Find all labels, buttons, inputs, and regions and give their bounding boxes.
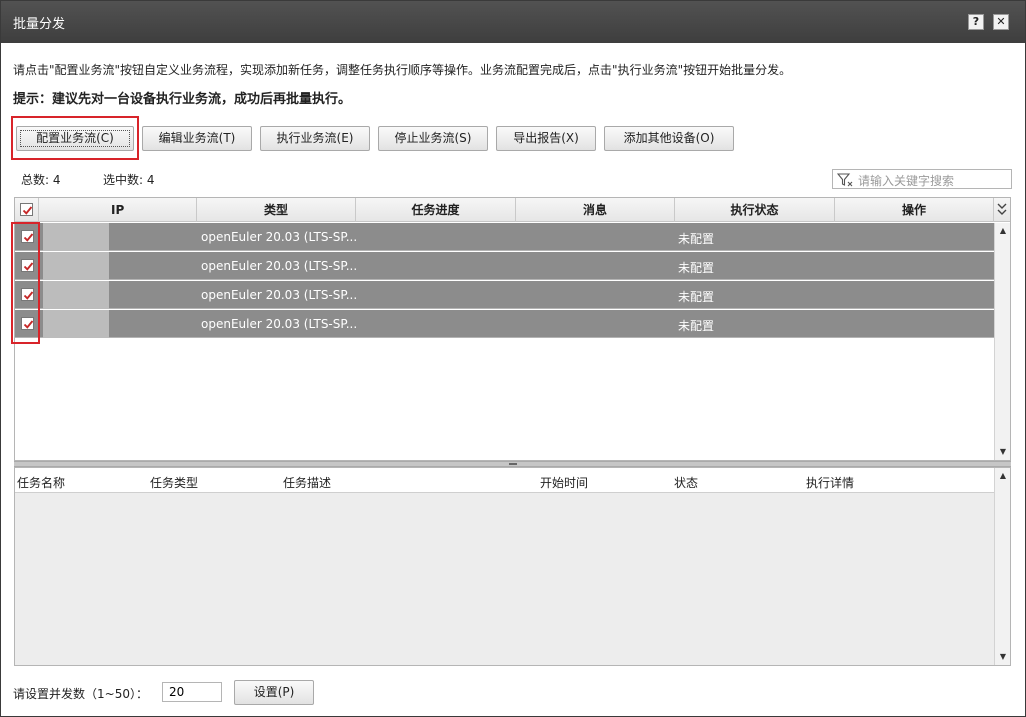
status-cell: 未配置: [678, 261, 715, 275]
column-header-task-status[interactable]: 状态: [674, 474, 698, 491]
window-title: 批量分发: [13, 17, 66, 32]
chevron-double-down-icon[interactable]: [994, 198, 1010, 222]
column-header-task-name[interactable]: 任务名称: [17, 474, 65, 491]
task-scrollbar[interactable]: ▲ ▼: [994, 468, 1010, 665]
total-count: 总数: 4: [21, 173, 61, 187]
grid-header: IP 类型 任务进度 消息 执行状态 操作: [15, 198, 1010, 222]
status-cell: 未配置: [678, 232, 715, 246]
help-icon[interactable]: ?: [968, 14, 984, 30]
column-header-message[interactable]: 消息: [516, 198, 675, 222]
ip-cell-redacted: [43, 252, 109, 280]
device-grid: IP 类型 任务进度 消息 执行状态 操作 openEuler 20.03 (L…: [14, 197, 1011, 461]
column-header-task-description[interactable]: 任务描述: [283, 474, 331, 491]
grid-scrollbar[interactable]: ▲ ▼: [994, 223, 1010, 460]
type-cell: openEuler 20.03 (LTS-SP...: [201, 230, 358, 244]
stop-workflow-button[interactable]: 停止业务流(S): [378, 126, 488, 151]
table-row[interactable]: openEuler 20.03 (LTS-SP... 未配置: [15, 223, 994, 251]
execute-workflow-button[interactable]: 执行业务流(E): [260, 126, 370, 151]
task-list-header: 任务名称 任务类型 任务描述 开始时间 状态 执行详情: [15, 468, 994, 493]
type-cell: openEuler 20.03 (LTS-SP...: [201, 259, 358, 273]
table-row[interactable]: openEuler 20.03 (LTS-SP... 未配置: [15, 281, 994, 309]
ip-cell-redacted: [43, 281, 109, 309]
type-cell: openEuler 20.03 (LTS-SP...: [201, 288, 358, 302]
batch-distribution-dialog: 批量分发 ? ✕ 请点击"配置业务流"按钮自定义业务流程，实现添加新任务，调整任…: [0, 0, 1026, 717]
column-header-type[interactable]: 类型: [197, 198, 356, 222]
column-header-details[interactable]: 执行详情: [806, 474, 854, 491]
column-header-progress[interactable]: 任务进度: [356, 198, 516, 222]
ip-cell-redacted: [43, 310, 109, 338]
close-icon[interactable]: ✕: [993, 14, 1009, 30]
focus-ring: [20, 130, 130, 147]
title-bar: 批量分发 ? ✕: [1, 1, 1025, 43]
status-cell: 未配置: [678, 319, 715, 333]
task-list-pane: 任务名称 任务类型 任务描述 开始时间 状态 执行详情 ▲ ▼: [14, 467, 1011, 666]
edit-workflow-button[interactable]: 编辑业务流(T): [142, 126, 252, 151]
checkbox-column-highlight: [11, 222, 40, 344]
type-cell: openEuler 20.03 (LTS-SP...: [201, 317, 358, 331]
column-header-start-time[interactable]: 开始时间: [540, 474, 588, 491]
column-header-operation[interactable]: 操作: [835, 198, 994, 222]
checkmark-icon: [22, 206, 33, 215]
search-input[interactable]: 请输入关键字搜索: [832, 169, 1012, 189]
concurrency-input[interactable]: [162, 682, 222, 702]
column-header-status[interactable]: 执行状态: [675, 198, 835, 222]
add-device-button[interactable]: 添加其他设备(O): [604, 126, 734, 151]
table-row[interactable]: openEuler 20.03 (LTS-SP... 未配置: [15, 310, 994, 338]
concurrency-label: 请设置并发数（1~50）：: [13, 687, 148, 701]
hint-text: 提示：建议先对一台设备执行业务流，成功后再批量执行。: [13, 92, 352, 107]
scroll-up-icon[interactable]: ▲: [995, 223, 1011, 239]
header-select-all: [15, 198, 39, 222]
scroll-down-icon[interactable]: ▼: [995, 444, 1011, 460]
configure-workflow-button[interactable]: 配置业务流(C): [16, 126, 134, 151]
filter-icon: [837, 173, 853, 187]
export-report-button[interactable]: 导出报告(X): [496, 126, 596, 151]
column-header-task-type[interactable]: 任务类型: [150, 474, 198, 491]
scroll-down-icon[interactable]: ▼: [995, 649, 1011, 665]
scroll-up-icon[interactable]: ▲: [995, 468, 1011, 484]
set-concurrency-button[interactable]: 设置(P): [234, 680, 314, 705]
ip-cell-redacted: [43, 223, 109, 251]
status-cell: 未配置: [678, 290, 715, 304]
select-all-checkbox[interactable]: [20, 203, 33, 216]
table-row[interactable]: openEuler 20.03 (LTS-SP... 未配置: [15, 252, 994, 280]
selected-count: 选中数: 4: [103, 173, 155, 187]
search-placeholder: 请输入关键字搜索: [858, 174, 955, 188]
column-header-ip[interactable]: IP: [39, 198, 197, 222]
splitter-grip: [509, 463, 517, 465]
instructions-text: 请点击"配置业务流"按钮自定义业务流程，实现添加新任务，调整任务执行顺序等操作。…: [13, 63, 792, 77]
